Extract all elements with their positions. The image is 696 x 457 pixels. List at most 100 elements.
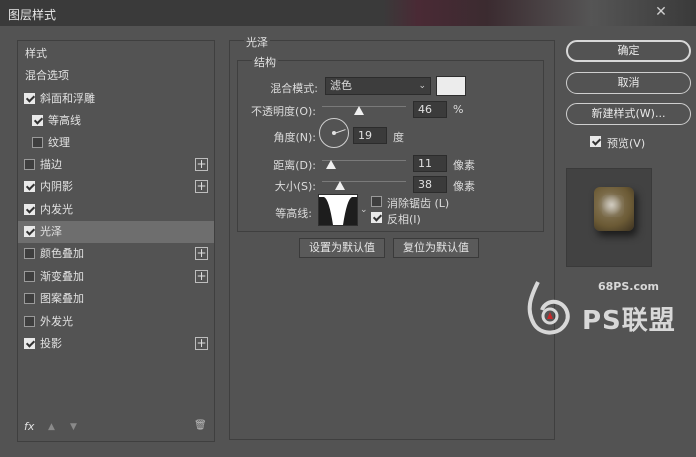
add-color-overlay-icon[interactable]: +	[195, 247, 208, 260]
add-drop-shadow-icon[interactable]: +	[195, 337, 208, 350]
blending-options-item[interactable]: 混合选项	[18, 65, 214, 87]
sidebar-item-drop-shadow[interactable]: 投影 +	[18, 333, 214, 355]
sidebar-item-texture[interactable]: 纹理	[18, 132, 214, 154]
style-list-toolbar: fx ▲ ▼ 🗑	[18, 415, 214, 441]
contour-dropdown-icon[interactable]: ⌄	[360, 205, 368, 215]
ok-button[interactable]: 确定	[566, 40, 691, 62]
opacity-input[interactable]: 46	[413, 101, 447, 118]
opacity-unit: %	[453, 103, 464, 116]
close-icon[interactable]: ✕	[648, 3, 674, 21]
ps-union-logo-icon	[527, 281, 570, 335]
color-overlay-checkbox[interactable]	[24, 248, 35, 259]
satin-section-title: 光泽	[244, 34, 270, 50]
invert-label: 反相(I)	[387, 213, 421, 226]
new-style-button[interactable]: 新建样式(W)...	[566, 103, 691, 125]
styles-list-panel: 样式 混合选项 斜面和浮雕 等高线 纹理 描边 + 内阴影 + 内发光 光泽 颜…	[17, 40, 215, 442]
sidebar-item-stroke[interactable]: 描边 +	[18, 154, 214, 176]
sidebar-item-inner-shadow[interactable]: 内阴影 +	[18, 176, 214, 198]
size-slider-thumb[interactable]	[335, 181, 345, 190]
distance-unit: 像素	[453, 159, 475, 172]
distance-slider-thumb[interactable]	[326, 160, 336, 169]
sidebar-item-label: 纹理	[48, 136, 70, 149]
angle-label: 角度(N):	[273, 131, 316, 144]
sidebar-item-label: 图案叠加	[40, 292, 84, 305]
distance-input[interactable]: 11	[413, 155, 447, 172]
contour-picker[interactable]	[318, 194, 358, 226]
sidebar-item-label: 颜色叠加	[40, 247, 84, 260]
angle-dial-hand	[334, 129, 346, 134]
sidebar-item-label: 内发光	[40, 203, 73, 216]
contour-label: 等高线:	[275, 207, 312, 220]
sidebar-item-label: 投影	[40, 337, 62, 350]
reset-default-button[interactable]: 复位为默认值	[393, 238, 479, 258]
sidebar-item-satin[interactable]: 光泽	[18, 221, 214, 243]
sidebar-item-pattern-overlay[interactable]: 图案叠加	[18, 288, 214, 310]
watermark: 68PS.com PS联盟	[520, 278, 696, 348]
pattern-overlay-checkbox[interactable]	[24, 293, 35, 304]
layer-style-dialog: 图层样式 ✕ 样式 混合选项 斜面和浮雕 等高线 纹理 描边 + 内阴影 + 内…	[0, 0, 696, 457]
opacity-slider-thumb[interactable]	[354, 106, 364, 115]
sidebar-item-label: 等高线	[48, 114, 81, 127]
move-down-icon[interactable]: ▼	[70, 422, 77, 432]
antialias-checkbox[interactable]	[371, 196, 382, 207]
outer-glow-checkbox[interactable]	[24, 316, 35, 327]
move-up-icon[interactable]: ▲	[48, 422, 55, 432]
inner-glow-checkbox[interactable]	[24, 204, 35, 215]
satin-checkbox[interactable]	[24, 226, 35, 237]
sidebar-item-label: 外发光	[40, 315, 73, 328]
sidebar-item-label: 渐变叠加	[40, 270, 84, 283]
inner-shadow-checkbox[interactable]	[24, 181, 35, 192]
watermark-url: 68PS.com	[598, 280, 660, 293]
sidebar-item-inner-glow[interactable]: 内发光	[18, 199, 214, 221]
contour-checkbox[interactable]	[32, 115, 43, 126]
add-inner-shadow-icon[interactable]: +	[195, 180, 208, 193]
gradient-overlay-checkbox[interactable]	[24, 271, 35, 282]
stroke-checkbox[interactable]	[24, 159, 35, 170]
blending-options-label: 混合选项	[25, 69, 69, 82]
size-label: 大小(S):	[274, 180, 316, 193]
drop-shadow-checkbox[interactable]	[24, 338, 35, 349]
sidebar-item-label: 描边	[40, 158, 62, 171]
antialias-label: 消除锯齿 (L)	[387, 197, 450, 210]
blend-mode-value: 滤色	[330, 79, 352, 92]
style-preview	[566, 168, 652, 267]
preview-thumbnail	[594, 187, 634, 231]
preview-label: 预览(V)	[607, 137, 646, 150]
watermark-text: PS联盟	[582, 306, 676, 336]
chevron-down-icon: ⌄	[418, 81, 426, 91]
title-bar: 图层样式 ✕	[0, 0, 696, 26]
invert-checkbox[interactable]	[371, 212, 382, 223]
angle-unit: 度	[393, 131, 404, 144]
add-stroke-icon[interactable]: +	[195, 158, 208, 171]
blend-color-swatch[interactable]	[436, 76, 466, 96]
sidebar-item-outer-glow[interactable]: 外发光	[18, 311, 214, 333]
opacity-label: 不透明度(O):	[251, 105, 316, 118]
distance-label: 距离(D):	[273, 159, 316, 172]
texture-checkbox[interactable]	[32, 137, 43, 148]
blend-mode-label: 混合模式:	[270, 82, 318, 95]
trash-icon[interactable]: 🗑	[194, 420, 207, 431]
sidebar-item-bevel-emboss[interactable]: 斜面和浮雕	[18, 88, 214, 110]
blend-mode-select[interactable]: 滤色 ⌄	[325, 77, 431, 95]
sidebar-item-label: 内阴影	[40, 180, 73, 193]
contour-curve-icon	[319, 195, 357, 225]
sidebar-item-gradient-overlay[interactable]: 渐变叠加 +	[18, 266, 214, 288]
size-unit: 像素	[453, 180, 475, 193]
sidebar-item-color-overlay[interactable]: 颜色叠加 +	[18, 243, 214, 265]
sidebar-item-label: 光泽	[40, 225, 62, 238]
styles-header[interactable]: 样式	[18, 43, 214, 65]
angle-dial[interactable]	[319, 118, 349, 148]
add-gradient-overlay-icon[interactable]: +	[195, 270, 208, 283]
angle-input[interactable]: 19	[353, 127, 387, 144]
opacity-slider-track[interactable]	[322, 106, 406, 107]
cancel-button[interactable]: 取消	[566, 72, 691, 94]
size-input[interactable]: 38	[413, 176, 447, 193]
make-default-button[interactable]: 设置为默认值	[299, 238, 385, 258]
sidebar-item-contour[interactable]: 等高线	[18, 110, 214, 132]
styles-header-label: 样式	[25, 47, 47, 60]
bevel-emboss-checkbox[interactable]	[24, 93, 35, 104]
preview-checkbox[interactable]	[590, 136, 601, 147]
fx-icon[interactable]: fx	[24, 420, 34, 433]
dialog-title: 图层样式	[8, 8, 57, 22]
structure-title: 结构	[252, 54, 278, 70]
